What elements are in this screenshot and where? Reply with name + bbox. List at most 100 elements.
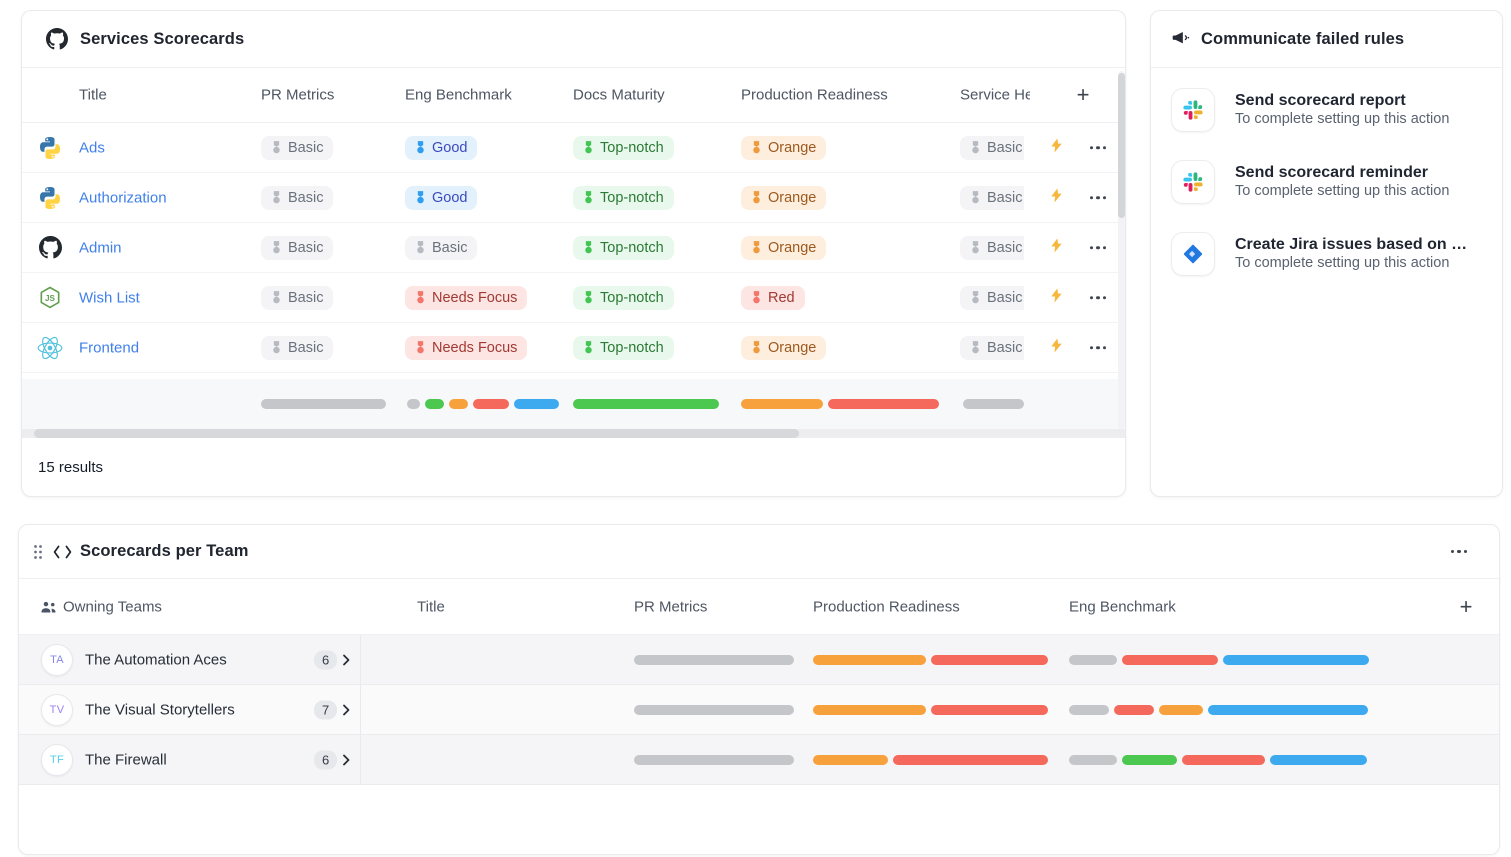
chevron-right-icon[interactable] — [340, 704, 352, 716]
team-name: The Firewall — [85, 751, 167, 768]
column-header-title[interactable]: Title — [417, 598, 445, 615]
row-menu-button[interactable] — [1084, 142, 1112, 154]
rule-item-send-scorecard-report[interactable]: Send scorecard report To complete settin… — [1151, 74, 1502, 146]
medal-icon — [751, 141, 762, 154]
medal-icon — [415, 141, 426, 154]
eng-benchmark-badge: Needs Focus — [405, 286, 527, 310]
table-row-admin[interactable]: Admin Basic Basic Top-notch Orange Basic — [22, 223, 1125, 273]
team-count-badge: 6 — [314, 750, 337, 769]
run-action-bolt-icon[interactable] — [1050, 287, 1063, 308]
entity-link[interactable]: Admin — [79, 239, 122, 256]
run-action-bolt-icon[interactable] — [1050, 187, 1063, 208]
run-action-bolt-icon[interactable] — [1050, 337, 1063, 358]
row-menu-button[interactable] — [1084, 292, 1112, 304]
team-icon — [40, 600, 57, 614]
column-header-production-readiness[interactable]: Production Readiness — [741, 87, 888, 104]
eng-benchmark-badge: Basic — [405, 236, 477, 260]
github-icon — [46, 28, 68, 50]
run-action-bolt-icon[interactable] — [1050, 237, 1063, 258]
python-icon — [37, 135, 63, 161]
services-table-header: Title PR Metrics Eng Benchmark Docs Matu… — [22, 68, 1125, 123]
production-readiness-bar — [813, 655, 1048, 665]
eng-benchmark-badge: Good — [405, 136, 477, 160]
team-row-firewall[interactable]: TF The Firewall 6 — [19, 735, 1499, 785]
column-header-pr-metrics[interactable]: PR Metrics — [634, 598, 707, 615]
docs-maturity-badge: Top-notch — [573, 186, 674, 210]
horizontal-scrollbar[interactable] — [22, 429, 1125, 438]
column-header-eng-benchmark[interactable]: Eng Benchmark — [405, 87, 512, 104]
entity-link[interactable]: Ads — [79, 139, 105, 156]
services-scorecards-widget: Services Scorecards Title PR Metrics Eng… — [21, 10, 1126, 497]
github-icon — [37, 235, 63, 261]
nodejs-icon: JS — [37, 285, 63, 311]
table-row-authorization[interactable]: Authorization Basic Good Top-notch Orang… — [22, 173, 1125, 223]
table-row-ads[interactable]: Ads Basic Good Top-notch Orange Basic — [22, 123, 1125, 173]
add-column-button[interactable]: + — [1451, 592, 1481, 622]
column-header-pr-metrics[interactable]: PR Metrics — [261, 87, 334, 104]
table-row-wish-list[interactable]: JS Wish List Basic Needs Focus Top-notch… — [22, 273, 1125, 323]
column-header-docs-maturity[interactable]: Docs Maturity — [573, 87, 665, 104]
column-header-production-readiness[interactable]: Production Readiness — [813, 598, 960, 615]
medal-icon — [970, 141, 981, 154]
slack-icon — [1171, 160, 1215, 204]
service-health-badge: Basic — [960, 286, 1024, 310]
rule-title: Send scorecard report — [1235, 92, 1406, 109]
run-action-bolt-icon[interactable] — [1050, 137, 1063, 158]
rule-title: Create Jira issues based on … — [1235, 236, 1467, 253]
widget-menu-button[interactable] — [1443, 544, 1475, 560]
pr-metrics-bar — [634, 705, 794, 715]
row-menu-button[interactable] — [1084, 192, 1112, 204]
chevron-right-icon[interactable] — [340, 654, 352, 666]
entity-link[interactable]: Frontend — [79, 339, 139, 356]
team-avatar: TA — [41, 644, 73, 676]
production-readiness-badge: Red — [741, 286, 805, 310]
column-header-service-health[interactable]: Service Health — [960, 87, 1030, 104]
production-readiness-badge: Orange — [741, 136, 826, 160]
entity-link[interactable]: Authorization — [79, 189, 167, 206]
widget-header: Communicate failed rules — [1151, 11, 1502, 68]
chevron-right-icon[interactable] — [340, 754, 352, 766]
megaphone-icon — [1171, 29, 1191, 49]
medal-icon — [271, 141, 282, 154]
row-menu-button[interactable] — [1084, 342, 1112, 354]
widget-title: Services Scorecards — [80, 30, 244, 49]
team-row-visual-storytellers[interactable]: TV The Visual Storytellers 7 — [19, 685, 1499, 735]
column-header-eng-benchmark[interactable]: Eng Benchmark — [1069, 598, 1176, 615]
team-name: The Automation Aces — [85, 651, 227, 668]
eng-benchmark-bar — [1069, 655, 1369, 665]
code-brackets-icon — [53, 544, 72, 560]
production-readiness-badge: Orange — [741, 186, 826, 210]
rules-list: Send scorecard report To complete settin… — [1151, 68, 1502, 290]
widget-header: Scorecards per Team — [19, 525, 1499, 579]
entity-link[interactable]: Wish List — [79, 289, 140, 306]
jira-icon — [1171, 232, 1215, 276]
medal-icon — [583, 141, 594, 154]
row-menu-button[interactable] — [1084, 242, 1112, 254]
team-count-badge: 6 — [314, 650, 337, 669]
communicate-failed-rules-widget: Communicate failed rules Send scorecard … — [1150, 10, 1503, 497]
pr-metrics-bar — [634, 755, 794, 765]
docs-maturity-badge: Top-notch — [573, 286, 674, 310]
vertical-scrollbar[interactable] — [1118, 71, 1125, 429]
docs-maturity-badge: Top-notch — [573, 336, 674, 360]
widget-header: Services Scorecards — [22, 11, 1125, 68]
rule-subtitle: To complete setting up this action — [1235, 111, 1449, 127]
slack-icon — [1171, 88, 1215, 132]
team-row-automation-aces[interactable]: TA The Automation Aces 6 — [19, 635, 1499, 685]
column-header-title[interactable]: Title — [79, 87, 107, 104]
column-header-owning-teams[interactable]: Owning Teams — [63, 598, 162, 615]
python-icon — [37, 185, 63, 211]
team-avatar: TV — [41, 694, 73, 726]
rule-text: Send scorecard reminder To complete sett… — [1235, 164, 1482, 200]
table-row-frontend[interactable]: Frontend Basic Needs Focus Top-notch Ora… — [22, 323, 1125, 373]
rule-item-create-jira-issues[interactable]: Create Jira issues based on … To complet… — [1151, 218, 1502, 290]
summary-row — [22, 379, 1125, 429]
rule-item-send-scorecard-reminder[interactable]: Send scorecard reminder To complete sett… — [1151, 146, 1502, 218]
drag-handle-icon[interactable] — [31, 540, 45, 564]
add-column-button[interactable]: + — [1068, 80, 1098, 110]
eng-benchmark-badge: Good — [405, 186, 477, 210]
service-health-badge: Basic — [960, 236, 1024, 260]
horizontal-scrollbar-thumb[interactable] — [34, 429, 799, 438]
teams-table-header: Owning Teams Title PR Metrics Production… — [19, 579, 1499, 635]
vertical-scrollbar-thumb[interactable] — [1118, 73, 1125, 218]
